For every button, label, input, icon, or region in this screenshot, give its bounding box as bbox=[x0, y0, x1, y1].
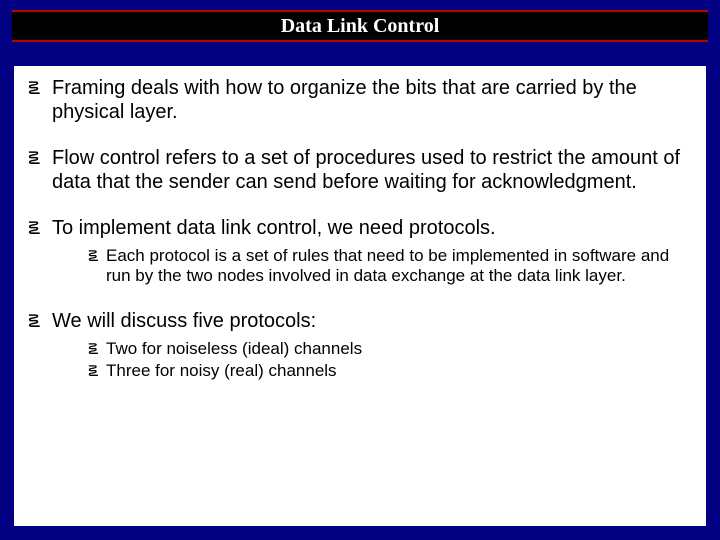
sub-bullet-item: ౾ Each protocol is a set of rules that n… bbox=[88, 246, 692, 287]
sub-bullet-item: ౾ Three for noisy (real) channels bbox=[88, 361, 692, 381]
bullet-icon: ౾ bbox=[28, 76, 52, 100]
sub-bullet-item: ౾ Two for noiseless (ideal) channels bbox=[88, 339, 692, 359]
sub-bullet-group: ౾ Two for noiseless (ideal) channels ౾ T… bbox=[88, 339, 692, 382]
slide: Data Link Control ౾ Framing deals with h… bbox=[0, 0, 720, 540]
bullet-item: ౾ Framing deals with how to organize the… bbox=[28, 76, 692, 124]
bullet-icon: ౾ bbox=[28, 216, 52, 240]
bullet-icon: ౾ bbox=[28, 309, 52, 333]
bullet-icon: ౾ bbox=[28, 146, 52, 170]
sub-bullet-group: ౾ Each protocol is a set of rules that n… bbox=[88, 246, 692, 287]
bullet-text: We will discuss five protocols: bbox=[52, 309, 692, 333]
sub-bullet-text: Two for noiseless (ideal) channels bbox=[106, 339, 692, 359]
slide-content: ౾ Framing deals with how to organize the… bbox=[12, 64, 708, 528]
title-bar: Data Link Control bbox=[12, 10, 708, 42]
bullet-icon: ౾ bbox=[88, 361, 106, 381]
bullet-text: To implement data link control, we need … bbox=[52, 216, 692, 240]
bullet-text: Flow control refers to a set of procedur… bbox=[52, 146, 692, 194]
bullet-item: ౾ Flow control refers to a set of proced… bbox=[28, 146, 692, 194]
sub-bullet-text: Three for noisy (real) channels bbox=[106, 361, 692, 381]
bullet-icon: ౾ bbox=[88, 246, 106, 266]
slide-title: Data Link Control bbox=[281, 15, 440, 38]
bullet-item: ౾ To implement data link control, we nee… bbox=[28, 216, 692, 240]
bullet-icon: ౾ bbox=[88, 339, 106, 359]
bullet-text: Framing deals with how to organize the b… bbox=[52, 76, 692, 124]
sub-bullet-text: Each protocol is a set of rules that nee… bbox=[106, 246, 692, 287]
bullet-item: ౾ We will discuss five protocols: bbox=[28, 309, 692, 333]
